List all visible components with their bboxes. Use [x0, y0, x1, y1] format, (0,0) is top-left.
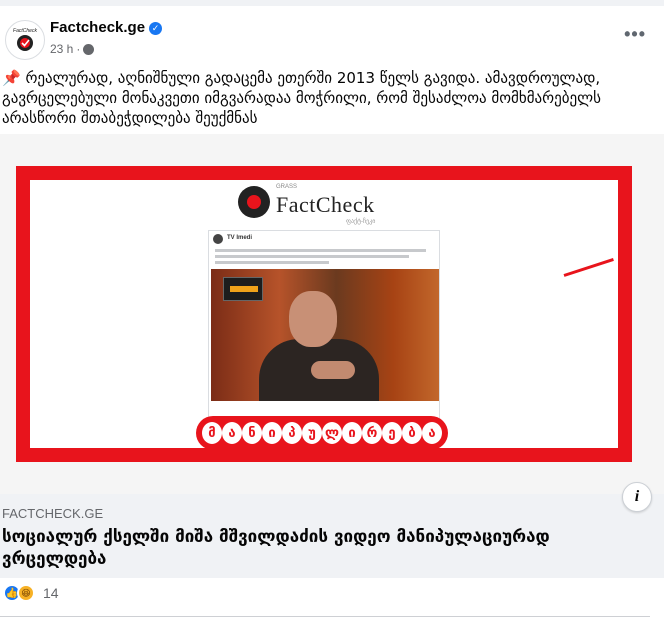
- page-avatar[interactable]: FactCheck: [5, 20, 45, 60]
- manipulation-letter: ბ: [402, 422, 422, 444]
- more-options-icon[interactable]: •••: [624, 24, 646, 45]
- page-name[interactable]: Factcheck.ge ✓: [50, 19, 163, 36]
- haha-reaction-icon: 😆: [17, 584, 35, 602]
- info-icon[interactable]: i: [622, 482, 652, 512]
- manipulation-letter: პ: [282, 422, 302, 444]
- reactions-bar[interactable]: 👍 😆 14: [3, 584, 59, 602]
- embedded-video-frame: [211, 269, 439, 401]
- manipulation-letter: ნ: [242, 422, 262, 444]
- manipulation-letter: რ: [362, 422, 382, 444]
- manipulation-letter: ა: [222, 422, 242, 444]
- factcheck-circle-icon: [238, 186, 270, 218]
- verified-badge-icon: ✓: [149, 22, 163, 35]
- divider: [0, 616, 650, 617]
- post-caption: 📌 რეალურად, აღნიშნული გადაცემა ეთერში 20…: [2, 69, 601, 127]
- logo-subtext: ფაქტ-ჩეკი: [346, 219, 376, 225]
- check-logo-icon: [17, 35, 33, 51]
- reaction-count[interactable]: 14: [43, 585, 59, 601]
- separator-dot: ·: [76, 42, 81, 56]
- person-head: [289, 291, 337, 347]
- manipulation-letter: უ: [302, 422, 322, 444]
- manipulation-label: მანიპულირება: [196, 416, 448, 450]
- embedded-page-name: TV Imedi: [227, 235, 253, 241]
- manipulation-letter: ა: [422, 422, 442, 444]
- logo-small-text: GRASS: [276, 184, 298, 190]
- manipulation-letter: ი: [342, 422, 362, 444]
- manipulation-letter: ი: [262, 422, 282, 444]
- manipulation-letter: ე: [382, 422, 402, 444]
- factcheck-logo: GRASS FactCheck ფაქტ-ჩეკი: [238, 182, 428, 226]
- post-meta: 23 h ·: [50, 42, 95, 56]
- tv-screen-icon: [223, 277, 263, 301]
- page-name-text[interactable]: Factcheck.ge: [50, 19, 145, 36]
- link-preview[interactable]: FACTCHECK.GE სოციალურ ქსელში მიშა მშვილდ…: [0, 494, 664, 578]
- post-time[interactable]: 23 h: [50, 42, 73, 56]
- post-media[interactable]: GRASS FactCheck ფაქტ-ჩეკი TV Imedi მანიპ…: [0, 134, 664, 494]
- embedded-post-screenshot: TV Imedi: [208, 230, 440, 430]
- link-domain: FACTCHECK.GE: [2, 506, 104, 521]
- embedded-text-lines: [215, 249, 435, 267]
- person-hand: [311, 361, 355, 379]
- link-title[interactable]: სოციალურ ქსელში მიშა მშვილდაძის ვიდეო მა…: [2, 526, 612, 570]
- manipulation-letter: ლ: [322, 422, 342, 444]
- manipulation-letter: მ: [202, 422, 222, 444]
- embedded-footer: [215, 409, 435, 422]
- facebook-post: FactCheck Factcheck.ge ✓ 23 h · ••• 📌 რეა…: [0, 6, 664, 628]
- embedded-avatar: [213, 234, 223, 244]
- globe-icon: [83, 43, 95, 55]
- logo-text: FactCheck: [276, 192, 375, 217]
